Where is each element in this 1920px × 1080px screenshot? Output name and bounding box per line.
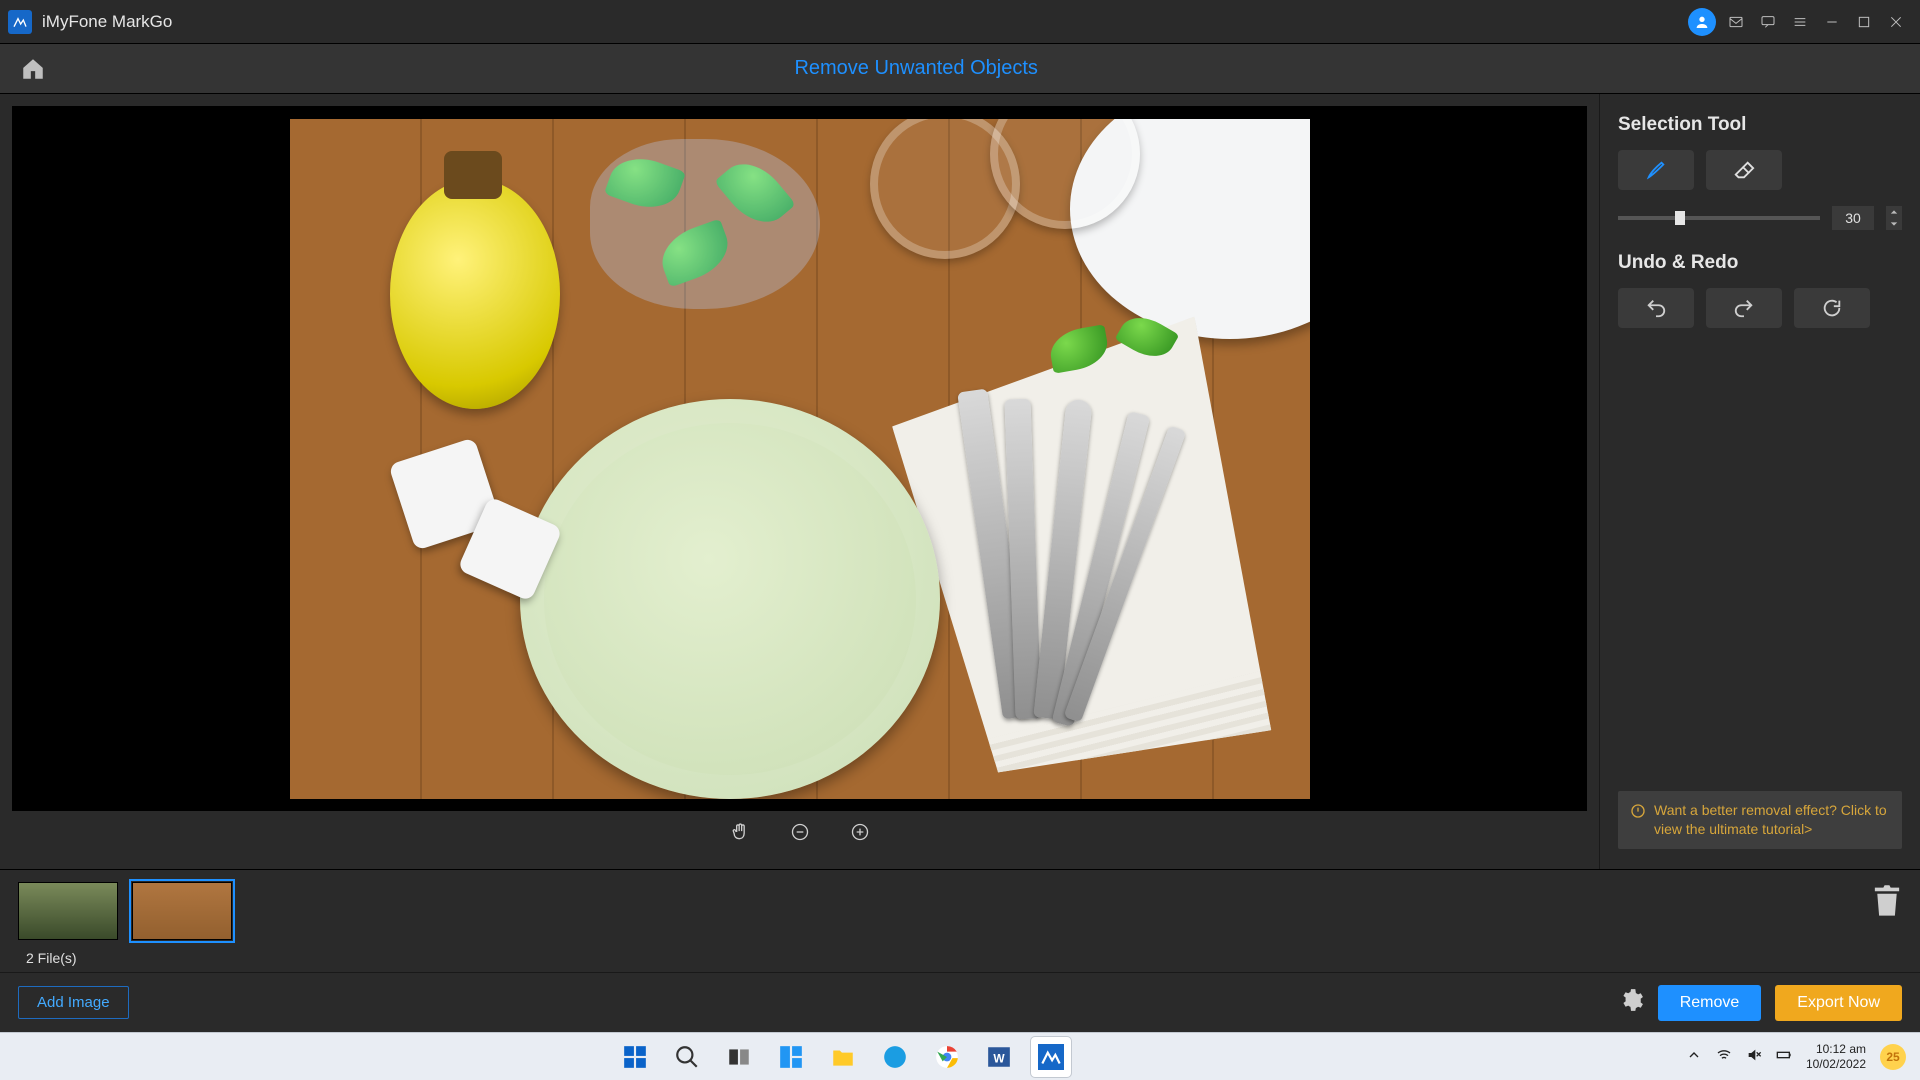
selection-tool-heading: Selection Tool — [1618, 114, 1902, 136]
eraser-tool-button[interactable] — [1706, 150, 1782, 190]
battery-icon[interactable] — [1776, 1047, 1792, 1066]
settings-button[interactable] — [1618, 987, 1644, 1018]
tutorial-tip-text: Want a better removal effect? Click to v… — [1654, 801, 1890, 839]
brush-tool-button[interactable] — [1618, 150, 1694, 190]
search-icon[interactable] — [667, 1037, 707, 1077]
taskbar-date: 10/02/2022 — [1806, 1057, 1866, 1071]
explorer-icon[interactable] — [823, 1037, 863, 1077]
windows-taskbar[interactable]: W 10:12 am 10/02/2022 25 — [0, 1032, 1920, 1080]
wifi-icon[interactable] — [1716, 1047, 1732, 1066]
widgets-icon[interactable] — [771, 1037, 811, 1077]
undo-button[interactable] — [1618, 288, 1694, 328]
remove-button[interactable]: Remove — [1658, 985, 1762, 1021]
feedback-icon[interactable] — [1752, 6, 1784, 38]
account-icon[interactable] — [1688, 8, 1716, 36]
taskbar-clock[interactable]: 10:12 am 10/02/2022 — [1806, 1042, 1866, 1071]
undo-redo-heading: Undo & Redo — [1618, 252, 1902, 274]
reset-button[interactable] — [1794, 288, 1870, 328]
chrome-icon[interactable] — [927, 1037, 967, 1077]
brush-size-stepper[interactable] — [1886, 206, 1902, 230]
close-icon[interactable] — [1880, 6, 1912, 38]
edge-icon[interactable] — [875, 1037, 915, 1077]
svg-text:W: W — [993, 1051, 1005, 1065]
add-image-button[interactable]: Add Image — [18, 986, 129, 1019]
brush-size-value: 30 — [1832, 206, 1874, 230]
maximize-icon[interactable] — [1848, 6, 1880, 38]
canvas[interactable] — [12, 106, 1587, 811]
tutorial-tip[interactable]: Want a better removal effect? Click to v… — [1618, 791, 1902, 849]
export-button[interactable]: Export Now — [1775, 985, 1902, 1021]
volume-icon[interactable] — [1746, 1047, 1762, 1066]
selection-mask — [590, 139, 820, 309]
weather-badge[interactable]: 25 — [1880, 1044, 1906, 1070]
thumbnail-1[interactable] — [18, 882, 118, 940]
delete-button[interactable] — [1872, 884, 1902, 923]
brush-size-slider[interactable] — [1618, 216, 1820, 220]
start-icon[interactable] — [615, 1037, 655, 1077]
tray-chevron-icon[interactable] — [1686, 1047, 1702, 1066]
app-logo — [8, 10, 32, 34]
app-title: iMyFone MarkGo — [42, 12, 172, 32]
taskview-icon[interactable] — [719, 1037, 759, 1077]
word-icon[interactable]: W — [979, 1037, 1019, 1077]
zoom-out-icon[interactable] — [790, 822, 810, 847]
zoom-in-icon[interactable] — [850, 822, 870, 847]
pan-tool-icon[interactable] — [730, 822, 750, 847]
thumbnail-2[interactable] — [132, 882, 232, 940]
mode-title: Remove Unwanted Objects — [794, 57, 1037, 80]
menu-icon[interactable] — [1784, 6, 1816, 38]
minimize-icon[interactable] — [1816, 6, 1848, 38]
mail-icon[interactable] — [1720, 6, 1752, 38]
markgo-taskbar-icon[interactable] — [1031, 1037, 1071, 1077]
image-preview[interactable] — [290, 119, 1310, 799]
home-button[interactable] — [12, 48, 54, 90]
file-count-label: 2 File(s) — [26, 950, 77, 966]
redo-button[interactable] — [1706, 288, 1782, 328]
taskbar-time: 10:12 am — [1806, 1042, 1866, 1056]
